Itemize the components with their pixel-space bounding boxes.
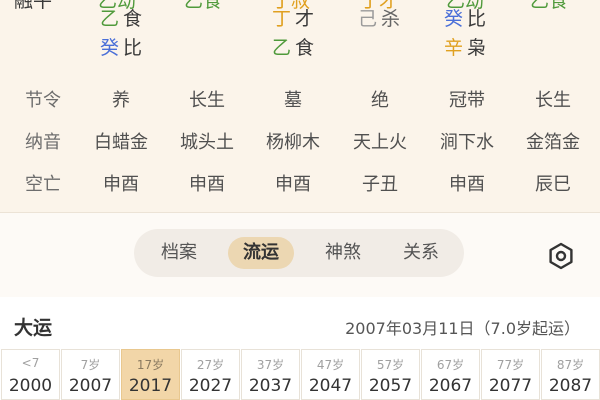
info-table: 节令 养 长生 墓 绝 冠带 长生 纳音 白蜡金 城头土 杨柳木 天上火 涧下水…: [0, 76, 600, 210]
dayun-section: 大运 2007年03月11日（7.0岁起运） <7 2000 7岁 2007 1…: [0, 297, 600, 400]
hidden-stem: 乙: [100, 8, 120, 30]
dayun-year: 2087: [548, 376, 593, 396]
dayun-age: 77岁: [496, 358, 525, 372]
tab-relations[interactable]: 关系: [388, 237, 454, 269]
dayun-year: 2037: [248, 376, 293, 396]
dayun-year: 2007: [68, 376, 113, 396]
dayun-cell[interactable]: 47岁 2047: [301, 349, 360, 400]
table-cell: 申酉: [275, 174, 311, 195]
tab-section: 档案 流运 神煞 关系: [0, 213, 600, 297]
cut-cell-text: 乙食: [184, 0, 223, 12]
tab-archive[interactable]: 档案: [146, 237, 212, 269]
hidden-stem: 乙: [272, 37, 292, 59]
dayun-age: 27岁: [196, 358, 225, 372]
dayun-year: 2000: [8, 376, 53, 396]
table-cell: 长生: [189, 90, 225, 111]
dayun-age: 37岁: [256, 358, 285, 372]
hidden-stem-line: 辛枭: [444, 37, 486, 59]
pillar-detail-area: 融牛 乙劫 乙食 丁叔 丁才 乙劫 乙食 乙食 癸比 丁才 乙食 己杀 癸比 辛…: [0, 0, 600, 72]
dayun-grid: <7 2000 7岁 2007 17岁 2017 27岁 2027 37岁 20…: [0, 349, 600, 400]
dayun-age: 87岁: [556, 358, 585, 372]
table-cell: 墓: [284, 90, 302, 111]
dayun-cell[interactable]: 37岁 2037: [241, 349, 300, 400]
info-row-jieling: 节令 养 长生 墓 绝 冠带 长生: [0, 80, 600, 122]
dayun-cell[interactable]: 57岁 2057: [361, 349, 420, 400]
table-cell: 辰巳: [535, 174, 571, 195]
ten-god: 食: [295, 37, 315, 59]
dayun-age: 7岁: [80, 358, 101, 372]
start-date: 2007年03月11日（7.0岁起运）: [345, 319, 580, 338]
dayun-age: 47岁: [316, 358, 345, 372]
ten-god: 食: [123, 8, 143, 30]
hidden-stem-line: 癸比: [100, 37, 142, 59]
row-header: 空亡: [25, 174, 61, 195]
table-cell: 绝: [371, 90, 389, 111]
hidden-stem-line: 癸比: [444, 8, 486, 30]
tab-bar: 档案 流运 神煞 关系: [134, 229, 464, 277]
table-cell: 金箔金: [526, 132, 580, 153]
table-cell: 申酉: [189, 174, 225, 195]
ten-god: 比: [467, 8, 487, 30]
section-title: 大运: [14, 317, 53, 339]
dayun-year: 2067: [428, 376, 473, 396]
info-row-nayin: 纳音 白蜡金 城头土 杨柳木 天上火 涧下水 金箔金: [0, 122, 600, 164]
settings-icon[interactable]: [546, 241, 576, 271]
hidden-stem-line: 乙食: [272, 37, 314, 59]
dayun-cell[interactable]: 67岁 2067: [421, 349, 480, 400]
ten-god: 比: [123, 37, 143, 59]
hidden-stem: 丁: [272, 8, 292, 30]
table-cell: 养: [112, 90, 130, 111]
table-cell: 涧下水: [440, 132, 494, 153]
dayun-cell-selected[interactable]: 17岁 2017: [121, 349, 180, 400]
dayun-age: <7: [21, 356, 40, 370]
hidden-stem: 癸: [444, 8, 464, 30]
info-row-kongwang: 空亡 申酉 申酉 申酉 子丑 申酉 辰巳: [0, 164, 600, 206]
table-cell: 长生: [535, 90, 571, 111]
dayun-year: 2047: [308, 376, 353, 396]
row-header: 节令: [25, 90, 61, 111]
dayun-cell[interactable]: <7 2000: [1, 349, 60, 400]
table-cell: 城头土: [180, 132, 234, 153]
hidden-stem: 己: [358, 8, 378, 30]
cut-cell-text: 乙食: [530, 0, 569, 12]
table-cell: 冠带: [449, 90, 485, 111]
hidden-stem-line: 丁才: [272, 8, 314, 30]
tab-shensha[interactable]: 神煞: [310, 237, 376, 269]
ten-god: 才: [295, 8, 315, 30]
hidden-stem: 辛: [444, 37, 464, 59]
row-header: 纳音: [25, 132, 61, 153]
ten-god: 枭: [467, 37, 487, 59]
dayun-age: 17岁: [136, 358, 165, 372]
hidden-stem-line: 乙食: [100, 8, 142, 30]
hidden-stem-line: 己杀: [358, 8, 400, 30]
tab-liuyun[interactable]: 流运: [228, 237, 294, 269]
table-cell: 杨柳木: [266, 132, 320, 153]
dayun-age: 67岁: [436, 358, 465, 372]
table-cell: 子丑: [362, 174, 398, 195]
dayun-year: 2027: [188, 376, 233, 396]
hidden-stem: 癸: [100, 37, 120, 59]
dayun-age: 57岁: [376, 358, 405, 372]
dayun-year: 2077: [488, 376, 533, 396]
dayun-cell[interactable]: 7岁 2007: [61, 349, 120, 400]
dayun-year: 2017: [128, 376, 173, 396]
table-cell: 天上火: [353, 132, 407, 153]
dayun-cell[interactable]: 77岁 2077: [481, 349, 540, 400]
dayun-cell[interactable]: 27岁 2027: [181, 349, 240, 400]
table-cell: 申酉: [449, 174, 485, 195]
dayun-cell[interactable]: 87岁 2087: [541, 349, 600, 400]
table-cell: 白蜡金: [94, 132, 148, 153]
dayun-year: 2057: [368, 376, 413, 396]
table-cell: 申酉: [103, 174, 139, 195]
cut-cell-text: 融牛: [14, 0, 53, 12]
ten-god: 杀: [381, 8, 401, 30]
